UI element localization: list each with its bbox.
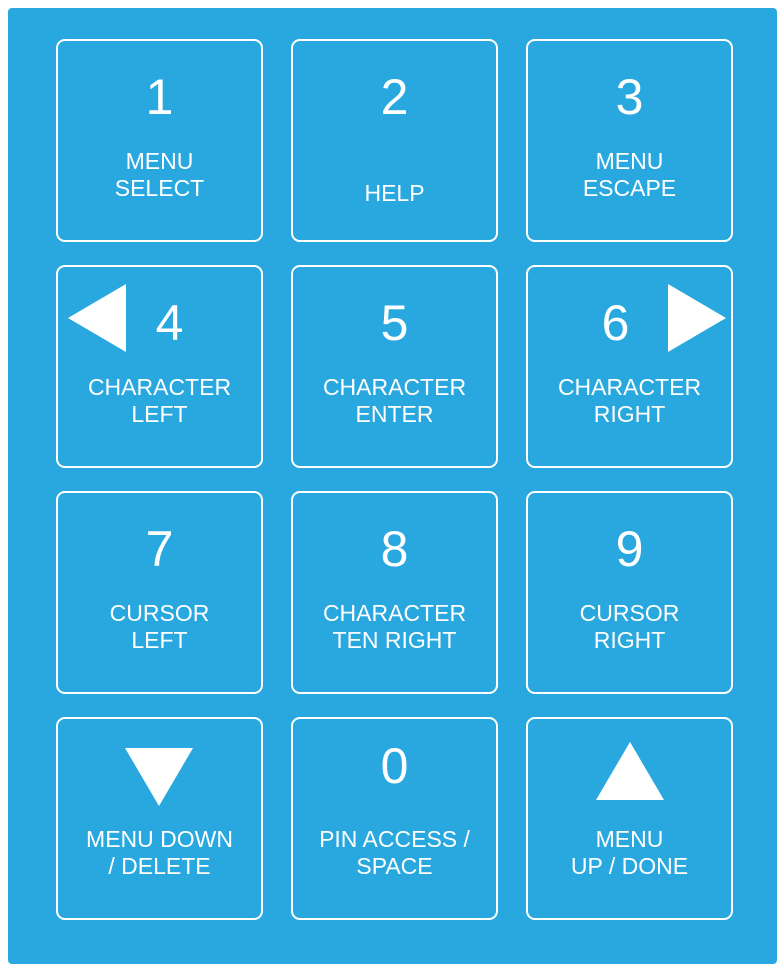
key-label-line-2: TEN RIGHT: [332, 627, 457, 653]
key-digit: 9: [615, 521, 644, 577]
key-label-line-1: [293, 153, 496, 180]
key-label: HELP: [293, 153, 496, 207]
key-label: MENU DOWN / DELETE: [58, 826, 261, 880]
key-7[interactable]: 7 CURSOR LEFT: [56, 491, 263, 694]
key-label: CHARACTER RIGHT: [528, 374, 731, 428]
key-3[interactable]: 3 MENU ESCAPE: [526, 39, 733, 242]
key-label-line-2: LEFT: [131, 401, 188, 427]
key-label-line-1: CHARACTER: [322, 600, 467, 626]
key-label-line-2: ENTER: [355, 401, 434, 427]
key-0[interactable]: 0 PIN ACCESS / SPACE: [291, 717, 498, 920]
key-label-line-1: CURSOR: [579, 600, 680, 626]
key-digit: 3: [615, 69, 644, 125]
key-2[interactable]: 2 HELP: [291, 39, 498, 242]
key-label: CHARACTER ENTER: [293, 374, 496, 428]
key-label: CURSOR LEFT: [58, 600, 261, 654]
key-6[interactable]: 6 CHARACTER RIGHT: [526, 265, 733, 468]
key-4[interactable]: 4 CHARACTER LEFT: [56, 265, 263, 468]
key-8[interactable]: 8 CHARACTER TEN RIGHT: [291, 491, 498, 694]
key-label-line-1: CHARACTER: [322, 374, 467, 400]
keypad-panel: 1 MENU SELECT 2 HELP 3 MENU ESCAPE 4 CHA…: [8, 8, 777, 964]
key-digit: 4: [155, 295, 184, 351]
key-5[interactable]: 5 CHARACTER ENTER: [291, 265, 498, 468]
key-label: MENU UP / DONE: [528, 826, 731, 880]
key-label-line-2: / DELETE: [108, 853, 211, 879]
key-digit: 2: [380, 69, 409, 125]
key-digit: 0: [380, 738, 409, 794]
key-label: PIN ACCESS / SPACE: [293, 826, 496, 880]
key-label-line-2: RIGHT: [593, 401, 666, 427]
key-label-line-1: CURSOR: [109, 600, 210, 626]
right-arrow-icon: [668, 284, 726, 352]
key-1[interactable]: 1 MENU SELECT: [56, 39, 263, 242]
key-label: CHARACTER TEN RIGHT: [293, 600, 496, 654]
key-digit: 1: [145, 69, 174, 125]
key-label-line-1: MENU: [125, 148, 194, 174]
key-digit: 5: [380, 295, 409, 351]
key-label-line-1: MENU: [595, 148, 664, 174]
key-label-line-1: PIN ACCESS /: [319, 826, 470, 852]
up-arrow-icon: [596, 742, 664, 800]
key-label-line-2: UP / DONE: [570, 853, 689, 879]
key-label-line-2: RIGHT: [593, 627, 666, 653]
key-label-line-2: HELP: [364, 180, 425, 206]
key-label-line-2: ESCAPE: [582, 175, 677, 201]
key-digit: 8: [380, 521, 409, 577]
key-label-line-2: LEFT: [131, 627, 188, 653]
down-arrow-icon: [125, 748, 193, 806]
key-label: MENU SELECT: [58, 148, 261, 202]
key-label-line-2: SELECT: [114, 175, 205, 201]
key-label: CHARACTER LEFT: [58, 374, 261, 428]
key-menu-down-delete[interactable]: MENU DOWN / DELETE: [56, 717, 263, 920]
key-digit: 7: [145, 521, 174, 577]
key-menu-up-done[interactable]: MENU UP / DONE: [526, 717, 733, 920]
key-label-line-1: CHARACTER: [557, 374, 702, 400]
key-label: MENU ESCAPE: [528, 148, 731, 202]
key-9[interactable]: 9 CURSOR RIGHT: [526, 491, 733, 694]
key-label-line-2: SPACE: [356, 853, 433, 879]
key-label-line-1: CHARACTER: [87, 374, 232, 400]
key-label-line-1: MENU DOWN: [86, 826, 233, 852]
key-label: CURSOR RIGHT: [528, 600, 731, 654]
key-label-line-1: MENU: [595, 826, 664, 852]
